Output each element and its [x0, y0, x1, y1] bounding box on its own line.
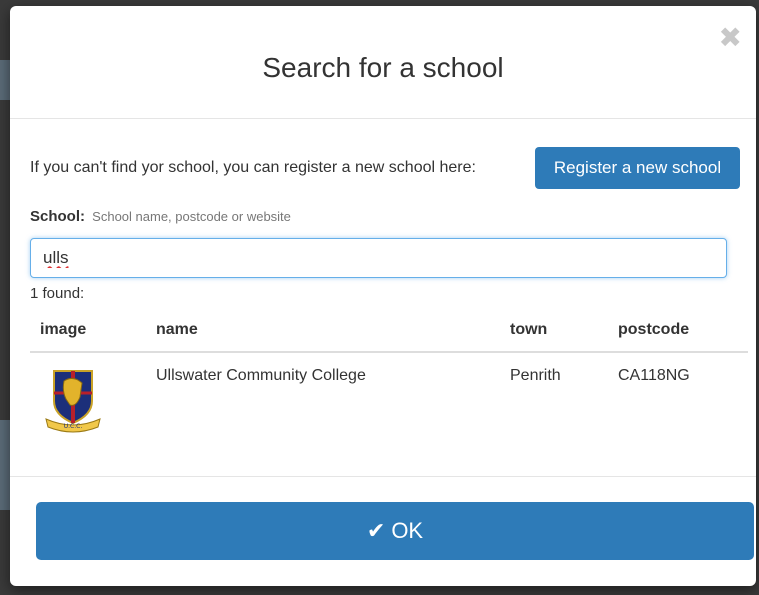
- cell-image: U.C.C.: [30, 352, 146, 439]
- results-count: 1 found:: [30, 285, 85, 302]
- cell-postcode: CA118NG: [618, 367, 690, 384]
- register-new-school-button[interactable]: Register a new school: [535, 147, 740, 189]
- svg-text:U.C.C.: U.C.C.: [64, 423, 83, 430]
- table-row[interactable]: U.C.C. Ullswater Community College Penri…: [30, 352, 748, 439]
- column-header-town: town: [500, 309, 608, 353]
- check-icon: ✔: [366, 518, 386, 543]
- modal-header: Search for a school ✖: [10, 6, 756, 119]
- school-crest-icon: U.C.C.: [45, 370, 101, 433]
- register-row: If you can't find yor school, you can re…: [30, 147, 741, 191]
- ok-label: OK: [391, 518, 424, 543]
- cell-name: Ullswater Community College: [156, 367, 366, 384]
- column-header-name: name: [146, 309, 500, 353]
- school-field-label: School: School name, postcode or website: [30, 208, 291, 225]
- close-icon[interactable]: ✖: [719, 24, 742, 52]
- modal-title: Search for a school: [262, 52, 504, 83]
- register-prompt: If you can't find yor school, you can re…: [30, 159, 476, 176]
- column-header-postcode: postcode: [608, 309, 748, 353]
- school-search-input[interactable]: [30, 238, 727, 278]
- modal-body: If you can't find yor school, you can re…: [10, 119, 756, 477]
- school-label-text: School:: [30, 208, 85, 225]
- ok-button[interactable]: ✔ OK: [36, 502, 754, 560]
- table-header-row: image name town postcode: [30, 309, 748, 353]
- school-field-hint: School name, postcode or website: [92, 209, 291, 224]
- column-header-image: image: [30, 309, 146, 353]
- cell-town: Penrith: [510, 367, 561, 384]
- modal-footer: ✔ OK: [10, 477, 756, 586]
- results-table: image name town postcode U.C.C. Ullswate…: [30, 309, 748, 439]
- search-school-modal: Search for a school ✖ If you can't find …: [10, 6, 756, 586]
